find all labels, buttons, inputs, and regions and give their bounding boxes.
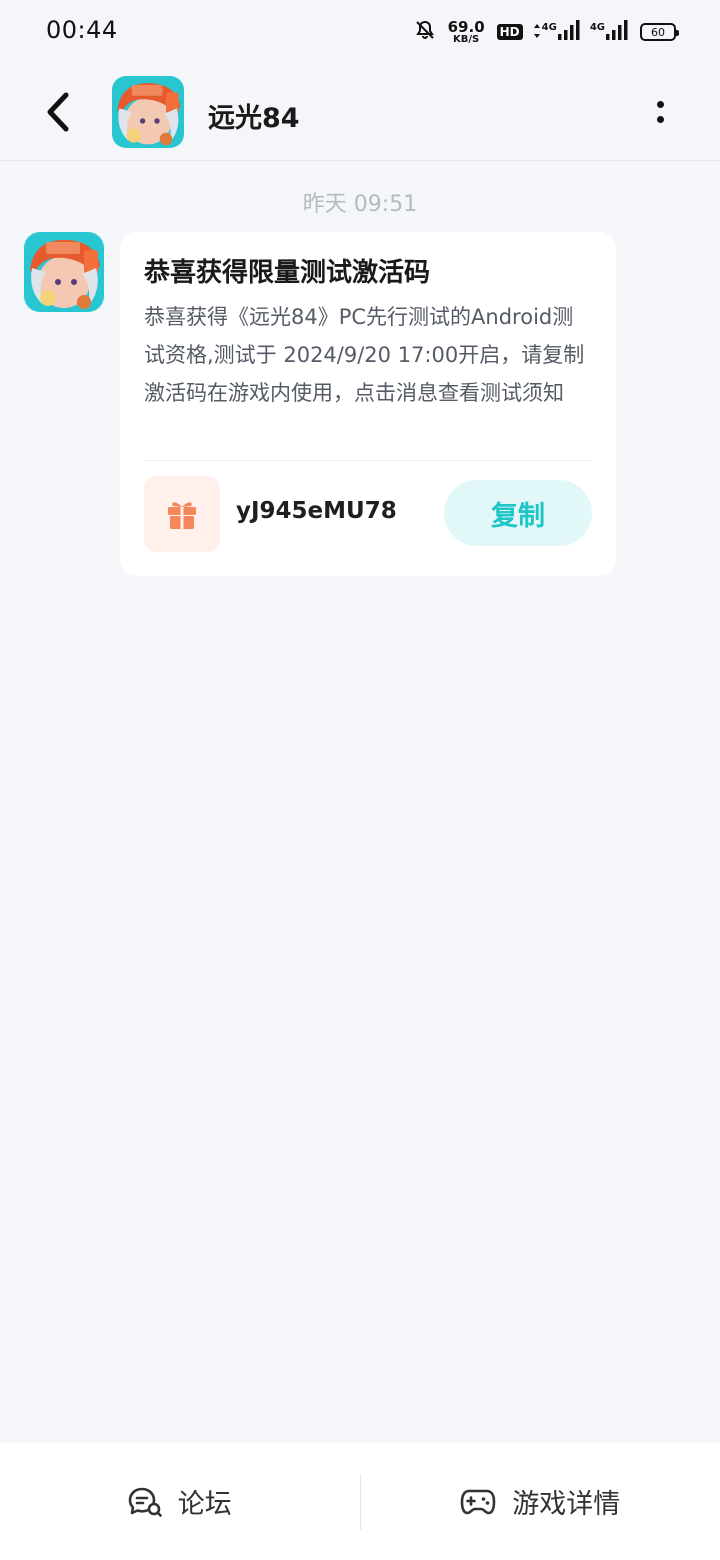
message-timestamp: 昨天 09:51: [302, 192, 418, 217]
net-speed-unit: KB/S: [453, 33, 480, 45]
signal-bars-icon: [606, 20, 630, 44]
chat-header: 远光84: [0, 64, 720, 161]
net-speed-value: 69.0: [447, 17, 485, 36]
mute-bell-icon: [414, 19, 436, 45]
game-details-button[interactable]: 游戏详情: [361, 1443, 720, 1560]
chat-page: 00:44 69.0 KB/S HD 4G 4G 60 远光84 昨天 09:5…: [0, 0, 720, 1560]
dot-icon: [656, 101, 664, 108]
status-bar: 00:44 69.0 KB/S HD 4G 4G 60: [0, 0, 720, 64]
signal-bars-icon: [557, 20, 580, 44]
sender-avatar[interactable]: [24, 232, 104, 312]
signal-2-label: 4G: [589, 22, 605, 33]
message-body: 恭喜获得《远光84》PC先行测试的Android测试资格,测试于 2024/9/…: [144, 305, 585, 405]
message-title: 恭喜获得限量测试激活码: [144, 258, 431, 288]
net-speed: 69.0 KB/S: [447, 17, 485, 45]
chevron-left-icon: [47, 92, 69, 132]
status-time: 00:44: [46, 16, 118, 44]
battery-level: 60: [651, 25, 665, 39]
divider: [144, 460, 592, 461]
gift-icon: [168, 502, 196, 529]
gamepad-icon: [460, 1489, 496, 1514]
gift-icon-box: [144, 476, 220, 552]
signal-1: 4G: [533, 20, 580, 44]
battery-icon: 60: [640, 23, 679, 41]
game-avatar[interactable]: [112, 76, 184, 148]
forum-label: 论坛: [177, 1489, 232, 1520]
data-arrows-icon: [533, 23, 541, 42]
signal-1-label: 4G: [541, 22, 557, 33]
signal-2: 4G: [590, 20, 630, 44]
page-title: 远光84: [208, 103, 300, 134]
dot-icon: [656, 116, 664, 123]
bottom-bar: 论坛 游戏详情: [0, 1443, 720, 1560]
activation-code: yJ945eMU78: [236, 498, 397, 524]
status-icons: 69.0 KB/S HD 4G 4G 60: [414, 16, 679, 48]
back-button[interactable]: [36, 86, 80, 138]
game-details-label: 游戏详情: [512, 1489, 621, 1520]
forum-button[interactable]: 论坛: [0, 1443, 360, 1560]
hd-badge: HD: [496, 24, 523, 40]
more-options-button[interactable]: [644, 90, 676, 134]
forum-chat-icon: [128, 1487, 162, 1517]
message-card[interactable]: 恭喜获得限量测试激活码 恭喜获得《远光84》PC先行测试的Android测试资格…: [120, 232, 616, 576]
copy-button[interactable]: 复制: [444, 480, 592, 546]
